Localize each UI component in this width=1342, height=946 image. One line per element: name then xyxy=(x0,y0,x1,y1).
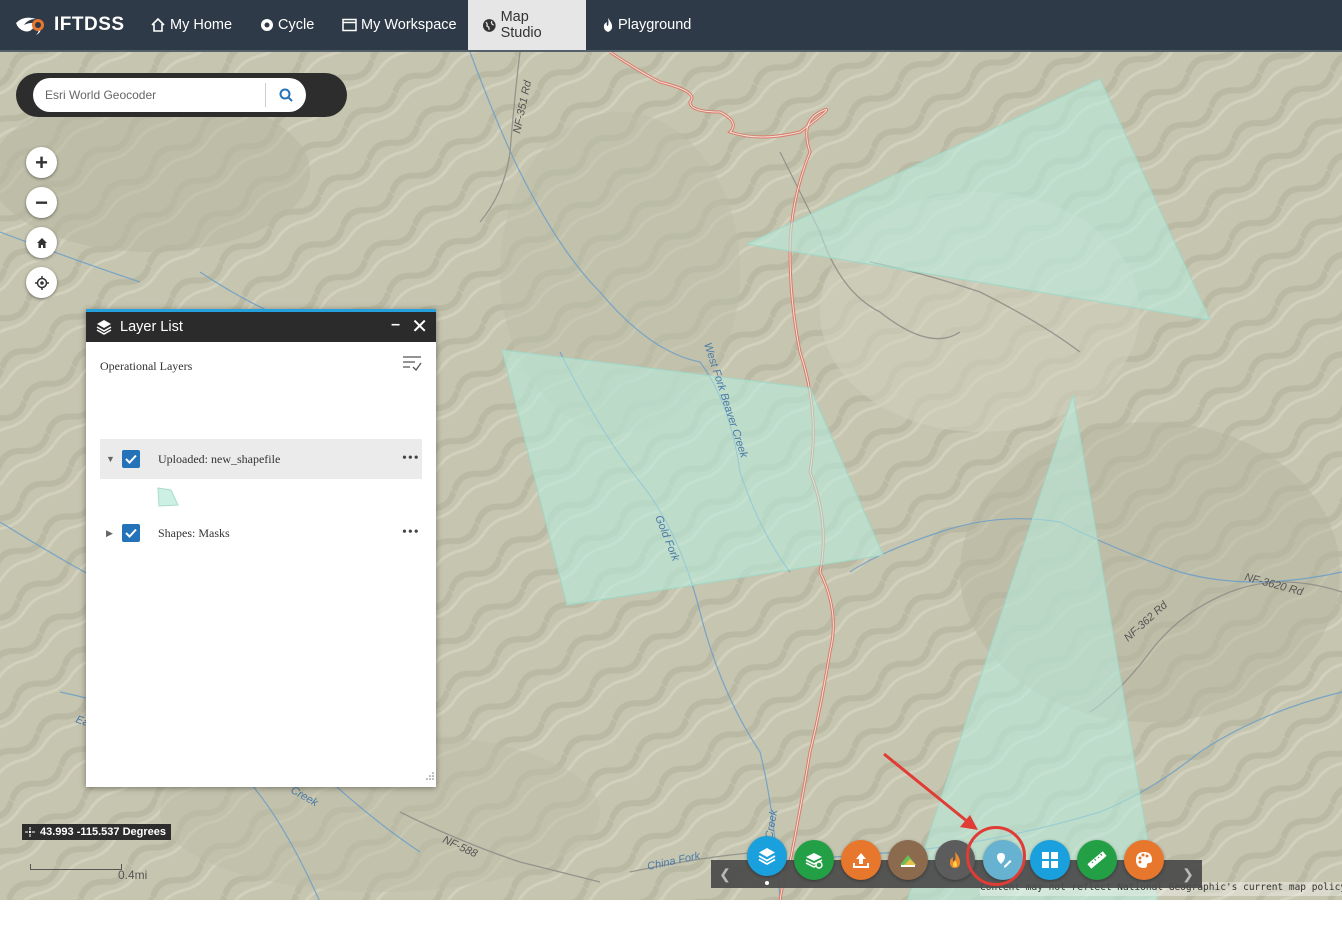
layer-list-title: Layer List xyxy=(120,319,183,335)
nav-map-studio-label: Map Studio xyxy=(500,9,542,41)
map-view[interactable]: NF-351 Rd West Fork Beaver Creek Gold Fo… xyxy=(0,50,1342,900)
minus-icon: − xyxy=(35,189,48,215)
resize-handle-icon[interactable] xyxy=(426,767,434,785)
flame-icon xyxy=(603,18,613,32)
active-tool-indicator xyxy=(765,881,769,885)
layer-row-new-shapefile[interactable]: ▼ Uploaded: new_shapefile ••• xyxy=(100,439,422,479)
top-navbar: IFTDSS My Home Cycle My Workspace Map St… xyxy=(0,0,1342,50)
globe-icon xyxy=(482,18,496,32)
layer-list-tool-button[interactable] xyxy=(747,836,787,876)
zoom-in-button[interactable]: + xyxy=(26,147,57,178)
cycle-icon xyxy=(261,19,273,31)
measure-tool-button[interactable] xyxy=(1077,840,1117,880)
nav-playground-label: Playground xyxy=(618,17,692,33)
search-input[interactable] xyxy=(45,78,260,112)
layer-list-panel: Layer List – ✕ Operational Layers ▼ Uplo… xyxy=(86,309,436,787)
fire-icon xyxy=(950,852,960,868)
nav-my-home-label: My Home xyxy=(170,17,233,33)
operational-layers-heading: Operational Layers xyxy=(100,359,193,373)
layer-menu-icon[interactable]: ••• xyxy=(402,525,422,541)
upload-icon xyxy=(853,853,869,868)
layer-list-header[interactable]: Layer List – ✕ xyxy=(86,309,436,342)
expand-caret-icon[interactable]: ▶ xyxy=(106,528,118,539)
nav-playground[interactable]: Playground xyxy=(588,0,705,50)
grid-tool-button[interactable] xyxy=(1030,840,1070,880)
scale-bar xyxy=(30,864,122,870)
home-icon xyxy=(36,237,47,248)
scale-label: 0.4mi xyxy=(118,868,148,882)
flame-logo-icon xyxy=(16,17,44,35)
locate-icon xyxy=(34,275,49,290)
search-box xyxy=(33,78,306,112)
brand-name: IFTDSS xyxy=(54,14,125,35)
layers-icon xyxy=(96,319,112,335)
layer-visibility-checkbox[interactable] xyxy=(122,524,140,542)
home-extent-button[interactable] xyxy=(26,227,57,258)
toolbar-next-icon[interactable]: ❯ xyxy=(1174,860,1202,888)
coordinate-value: 43.993 -115.537 Degrees xyxy=(40,826,166,838)
home-icon xyxy=(151,17,165,32)
window-icon xyxy=(342,18,357,32)
geocoder-search xyxy=(16,73,347,117)
search-button[interactable] xyxy=(265,83,306,107)
layer-label: Uploaded: new_shapefile xyxy=(158,451,281,466)
nav-cycle-label: Cycle xyxy=(278,17,315,33)
brand-logo[interactable]: IFTDSS xyxy=(14,9,125,41)
landscape-tool-button[interactable] xyxy=(888,840,928,880)
grid-icon xyxy=(1042,852,1058,868)
layer-label: Shapes: Masks xyxy=(158,525,230,540)
nav-my-workspace[interactable]: My Workspace xyxy=(328,0,471,50)
layer-row-shapes-masks[interactable]: ▶ Shapes: Masks ••• xyxy=(100,513,422,553)
layer-options-icon[interactable] xyxy=(402,355,422,376)
toolbar-prev-icon[interactable]: ❮ xyxy=(711,860,739,888)
layers-icon xyxy=(758,848,776,866)
close-icon[interactable]: ✕ xyxy=(411,314,428,339)
layer-menu-icon[interactable]: ••• xyxy=(402,451,422,467)
nav-my-home[interactable]: My Home xyxy=(136,0,246,50)
locate-button[interactable] xyxy=(26,267,57,298)
ruler-icon xyxy=(1087,851,1107,869)
plus-icon: + xyxy=(35,149,48,175)
coordinate-readout[interactable]: 43.993 -115.537 Degrees xyxy=(22,824,171,840)
minimize-icon[interactable]: – xyxy=(391,316,400,334)
basemap-icon xyxy=(805,853,823,869)
palette-icon xyxy=(1136,852,1152,868)
upload-tool-button[interactable] xyxy=(841,840,881,880)
search-icon xyxy=(279,88,293,102)
landscape-icon xyxy=(900,855,916,867)
nav-cycle[interactable]: Cycle xyxy=(246,0,328,50)
layer-visibility-checkbox[interactable] xyxy=(122,450,140,468)
crosshair-icon xyxy=(25,827,35,837)
basemap-tool-button[interactable] xyxy=(794,840,834,880)
collapse-caret-icon[interactable]: ▼ xyxy=(106,454,118,464)
layer-legend-swatch xyxy=(157,487,179,512)
zoom-out-button[interactable]: − xyxy=(26,187,57,218)
nav-map-studio[interactable]: Map Studio xyxy=(468,0,586,50)
nav-my-workspace-label: My Workspace xyxy=(361,17,457,33)
style-tool-button[interactable] xyxy=(1124,840,1164,880)
highlight-circle-annotation xyxy=(966,826,1026,886)
